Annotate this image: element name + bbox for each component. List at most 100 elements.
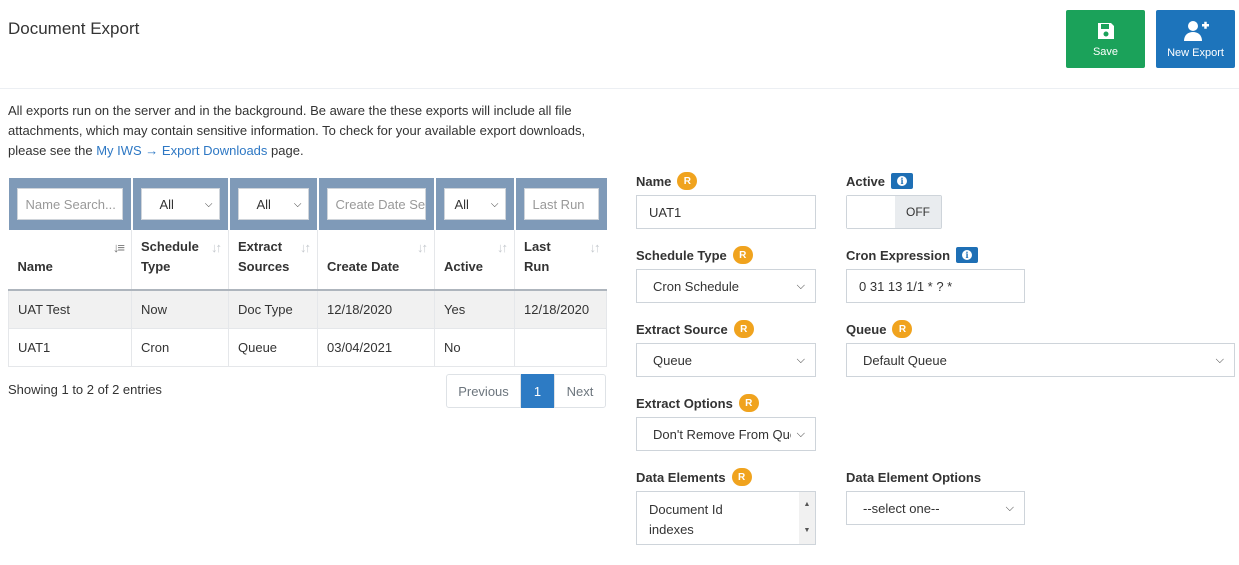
extract-source-label: Extract Source R bbox=[636, 319, 754, 339]
table-cell bbox=[514, 328, 607, 367]
sort-desc-icon: ↓≡ bbox=[112, 240, 125, 255]
sort-icon: ↓↑ bbox=[211, 240, 222, 255]
name-label: Name R bbox=[636, 171, 698, 191]
chevron-down-icon: ⌵ bbox=[293, 198, 302, 210]
name-search-input[interactable]: Name Search... bbox=[16, 188, 123, 220]
column-header-extract-sources[interactable]: ↓↑ Extract Sources bbox=[228, 230, 318, 291]
chevron-down-icon: ⌵ bbox=[796, 279, 805, 292]
info-glyph: i bbox=[897, 176, 908, 186]
save-button[interactable]: Save bbox=[1066, 10, 1145, 68]
extract-source-select[interactable]: Queue ⌵ bbox=[636, 343, 816, 377]
table-cell: UAT1 bbox=[8, 328, 132, 367]
required-badge: R bbox=[733, 320, 754, 338]
active-toggle[interactable]: OFF bbox=[846, 195, 942, 229]
active-label: Active i bbox=[846, 171, 914, 191]
extract-options-label-text: Extract Options bbox=[636, 395, 733, 411]
scroll-up-icon[interactable]: ▲ bbox=[804, 495, 811, 515]
queue-label: Queue R bbox=[846, 319, 913, 339]
cron-expression-label-text: Cron Expression bbox=[846, 247, 951, 263]
scroll-down-icon[interactable]: ▼ bbox=[804, 521, 811, 541]
table-row[interactable]: UAT1 Cron Queue 03/04/2021 No bbox=[8, 328, 607, 367]
pagination: Previous 1 Next bbox=[446, 374, 606, 408]
extract-source-label-text: Extract Source bbox=[636, 321, 728, 337]
extract-options-value: Don't Remove From Queue bbox=[653, 426, 791, 442]
sort-icon: ↓↑ bbox=[300, 240, 311, 255]
column-header-create-date[interactable]: ↓↑ Create Date bbox=[317, 230, 435, 291]
exports-table: Name Search... All ⌵ All ⌵ Create Date Se a… bbox=[8, 178, 607, 367]
column-header-line1: Last bbox=[524, 239, 551, 254]
column-header-line2: Name bbox=[17, 259, 53, 274]
info-icon[interactable]: i bbox=[891, 173, 914, 189]
table-cell: 12/18/2020 bbox=[317, 290, 435, 329]
column-header-line2: Active bbox=[444, 259, 484, 274]
extract-sources-filter-value: All bbox=[256, 196, 271, 212]
info-glyph: i bbox=[962, 250, 973, 260]
chevron-down-icon: ⌵ bbox=[796, 427, 805, 440]
entries-count: Showing 1 to 2 of 2 entries bbox=[8, 382, 162, 397]
active-filter[interactable]: All ⌵ bbox=[443, 188, 506, 220]
schedule-type-label: Schedule Type R bbox=[636, 245, 753, 265]
sort-icon: ↓↑ bbox=[417, 240, 428, 255]
sort-icon: ↓↑ bbox=[497, 240, 508, 255]
last-run-search-input[interactable]: Last Run bbox=[523, 188, 599, 220]
column-header-name[interactable]: ↓≡ Name bbox=[8, 230, 132, 291]
column-header-line2: Run bbox=[524, 259, 550, 274]
table-cell: UAT Test bbox=[8, 290, 132, 329]
chevron-down-icon: ⌵ bbox=[796, 353, 805, 366]
previous-page-button[interactable]: Previous bbox=[446, 374, 521, 408]
next-page-button[interactable]: Next bbox=[554, 374, 606, 408]
column-header-active[interactable]: ↓↑ Active bbox=[434, 230, 515, 291]
create-date-search-input[interactable]: Create Date Search bbox=[326, 188, 426, 220]
toggle-knob bbox=[847, 196, 895, 228]
table-cell: No bbox=[434, 328, 515, 367]
page-1-button[interactable]: 1 bbox=[521, 374, 554, 408]
new-export-button-label: New Export bbox=[1167, 46, 1224, 59]
table-cell: Cron bbox=[131, 328, 229, 367]
table-cell: 12/18/2020 bbox=[514, 290, 607, 329]
table-cell: 03/04/2021 bbox=[317, 328, 435, 367]
schedule-type-select[interactable]: Cron Schedule ⌵ bbox=[636, 269, 816, 303]
table-row[interactable]: UAT Test Now Doc Type 12/18/2020 Yes 12/… bbox=[8, 290, 607, 329]
schedule-type-filter[interactable]: All ⌵ bbox=[140, 188, 220, 220]
floppy-disk-icon bbox=[1097, 22, 1114, 39]
cron-expression-input[interactable]: 0 31 13 1/1 * ? * bbox=[846, 269, 1025, 303]
new-export-button[interactable]: New Export bbox=[1156, 10, 1235, 68]
user-plus-icon bbox=[1183, 20, 1209, 41]
required-badge: R bbox=[738, 394, 759, 412]
data-element-options-label: Data Element Options bbox=[846, 467, 981, 487]
schedule-type-label-text: Schedule Type bbox=[636, 247, 727, 263]
extract-sources-filter[interactable]: All ⌵ bbox=[237, 188, 309, 220]
filter-row: Name Search... All ⌵ All ⌵ Create Date Se a… bbox=[8, 178, 607, 230]
column-header-schedule-type[interactable]: ↓↑ Schedule Type bbox=[131, 230, 229, 291]
queue-select[interactable]: Default Queue ⌵ bbox=[846, 343, 1235, 377]
queue-label-text: Queue bbox=[846, 321, 887, 337]
export-downloads-link[interactable]: My IWS → Export Downloads bbox=[96, 143, 267, 158]
required-badge: R bbox=[677, 172, 698, 190]
data-element-options-select[interactable]: --select one-- ⌵ bbox=[846, 491, 1025, 525]
chevron-down-icon: ⌵ bbox=[1215, 353, 1224, 366]
queue-value: Default Queue bbox=[863, 352, 947, 368]
data-element-options-label-text: Data Element Options bbox=[846, 469, 982, 485]
column-header-line1: Schedule bbox=[141, 239, 199, 254]
name-input[interactable]: UAT1 bbox=[636, 195, 816, 229]
chevron-down-icon: ⌵ bbox=[1005, 501, 1014, 514]
required-badge: R bbox=[892, 320, 913, 338]
data-elements-label-text: Data Elements bbox=[636, 469, 726, 485]
extract-source-value: Queue bbox=[653, 352, 693, 368]
active-label-text: Active bbox=[846, 173, 886, 189]
schedule-type-filter-value: All bbox=[159, 196, 174, 212]
column-header-last-run[interactable]: ↓↑ Last Run bbox=[514, 230, 607, 291]
extract-options-select[interactable]: Don't Remove From Queue ⌵ bbox=[636, 417, 816, 451]
table-cell: Queue bbox=[228, 328, 318, 367]
chevron-down-icon: ⌵ bbox=[204, 198, 213, 210]
data-elements-listbox[interactable]: Document Id indexes ▲ ▼ bbox=[636, 491, 816, 545]
list-item[interactable]: Document Id bbox=[649, 500, 803, 520]
toggle-state-label: OFF bbox=[895, 196, 941, 228]
column-header-line2: Sources bbox=[238, 259, 290, 274]
save-button-label: Save bbox=[1092, 45, 1119, 58]
column-header-line2: Create Date bbox=[327, 259, 400, 274]
scrollbar[interactable]: ▲ ▼ bbox=[799, 492, 815, 544]
table-cell: Doc Type bbox=[228, 290, 318, 329]
list-item[interactable]: indexes bbox=[649, 520, 803, 540]
info-icon[interactable]: i bbox=[956, 247, 979, 263]
